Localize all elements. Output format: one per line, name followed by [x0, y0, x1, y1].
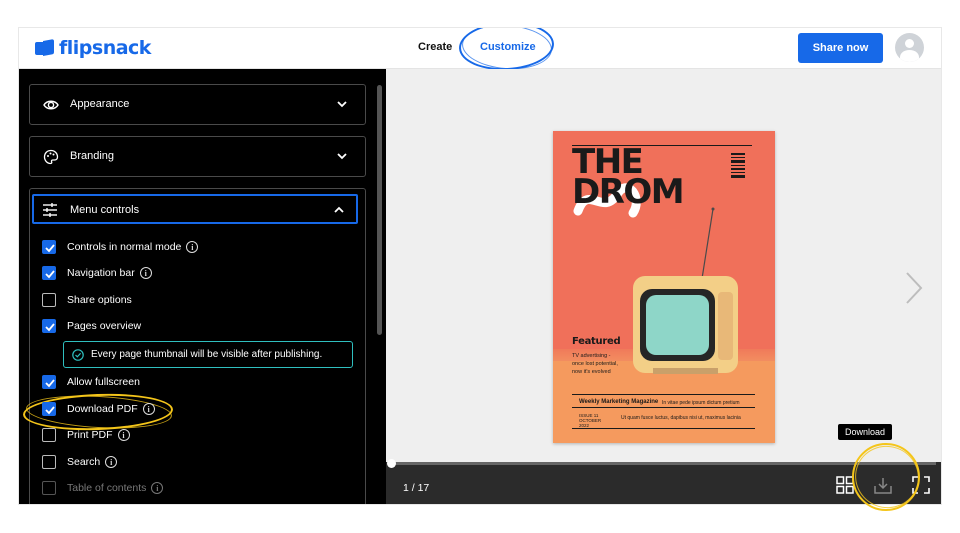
chevron-up-icon [334, 206, 344, 213]
app-window: flipsnack Create Customize Share now App… [19, 28, 941, 504]
settings-panel: Appearance Branding Menu controls Contro… [19, 69, 386, 504]
page-indicator: 1 / 17 [403, 482, 430, 494]
checkbox[interactable] [42, 375, 56, 389]
check-icon [45, 379, 55, 388]
option-label: Share options [67, 294, 132, 306]
info-icon[interactable]: i [117, 429, 130, 441]
logo-mark-icon [35, 39, 54, 56]
tv-stand [653, 368, 718, 374]
section-branding[interactable]: Branding [29, 136, 366, 177]
cover-featured-subtext: TV advertising - once lost potential, no… [572, 353, 618, 375]
checkbox[interactable] [42, 266, 56, 280]
palette-icon [43, 149, 59, 165]
option-pages-overview[interactable]: Pages overview [42, 318, 141, 334]
check-icon [45, 406, 55, 415]
share-now-button[interactable]: Share now [798, 33, 883, 63]
check-icon [45, 323, 55, 332]
option-label: Print PDF [67, 429, 113, 441]
notice-text: Every page thumbnail will be visible aft… [91, 349, 323, 360]
cover-rule [572, 428, 755, 429]
checkbox[interactable] [42, 455, 56, 469]
user-avatar[interactable] [895, 33, 924, 62]
checkbox[interactable] [42, 428, 56, 442]
info-icon[interactable]: i [151, 482, 164, 494]
chevron-down-icon [337, 153, 347, 160]
option-download-pdf[interactable]: Download PDF i [42, 401, 155, 417]
top-bar: flipsnack Create Customize Share now [19, 28, 941, 73]
check-icon [45, 270, 55, 279]
magazine-cover-page[interactable]: THE DROM Featured TV advertising - once … [553, 131, 775, 443]
cover-magazine-name: Weekly Marketing Magazine [579, 399, 659, 405]
tv-antenna [700, 207, 715, 286]
check-icon [45, 244, 55, 253]
cover-rule [572, 394, 755, 395]
download-tooltip: Download [838, 424, 893, 440]
cover-magazine-tagline: In vitae pede ipsum dictum pretium [662, 400, 740, 406]
pages-overview-notice: Every page thumbnail will be visible aft… [63, 341, 353, 368]
barcode-icon [731, 153, 745, 178]
checkbox[interactable] [42, 240, 56, 254]
checkbox[interactable] [42, 319, 56, 333]
cover-title: THE DROM [572, 145, 685, 212]
cover-issue-blurb: Ut quam fusce luctus, dapibus nisi ut, m… [621, 415, 741, 421]
info-icon[interactable]: i [142, 403, 155, 415]
option-print-pdf[interactable]: Print PDF i [42, 427, 130, 443]
info-icon[interactable]: i [186, 241, 199, 253]
cover-title-line2: DROM [572, 172, 685, 212]
logo-text: flipsnack [59, 37, 151, 59]
menu-controls-header[interactable]: Menu controls [32, 194, 358, 224]
option-table-of-contents: Table of contents i [42, 480, 164, 496]
nav-customize[interactable]: Customize [480, 41, 536, 53]
option-label: Controls in normal mode [67, 241, 182, 253]
option-share-options[interactable]: Share options [42, 292, 132, 308]
option-label: Allow fullscreen [67, 376, 140, 388]
option-label: Table of contents [67, 482, 147, 494]
avatar-head [905, 39, 914, 48]
cover-featured-heading: Featured [572, 336, 621, 347]
section-appearance[interactable]: Appearance [29, 84, 366, 125]
option-navigation-bar[interactable]: Navigation bar i [42, 265, 152, 281]
avatar-body [900, 50, 919, 62]
cover-rule [572, 407, 755, 408]
page-progress-knob[interactable] [387, 459, 396, 468]
sliders-icon [43, 203, 57, 217]
flipsnack-logo[interactable]: flipsnack [35, 36, 151, 60]
option-allow-fullscreen[interactable]: Allow fullscreen [42, 374, 140, 390]
tv-screen [646, 295, 709, 355]
panel-scrollbar[interactable] [377, 85, 382, 335]
option-label: Download PDF [67, 403, 138, 415]
next-page-arrow-icon[interactable] [904, 271, 924, 305]
retro-tv-illustration [633, 276, 738, 374]
nav-create[interactable]: Create [418, 41, 452, 53]
checkbox[interactable] [42, 293, 56, 307]
cover-issue-info: ISSUE 11 OCTOBER 2022 [579, 413, 602, 428]
info-icon[interactable]: i [105, 456, 118, 468]
option-label: Pages overview [67, 320, 142, 332]
option-controls-normal-mode[interactable]: Controls in normal mode i [42, 239, 199, 255]
checkbox [42, 481, 56, 495]
eye-icon [43, 100, 59, 110]
check-circle-icon [72, 348, 84, 361]
chevron-down-icon [337, 101, 347, 108]
section-label: Menu controls [70, 204, 140, 216]
option-search[interactable]: Search i [42, 454, 118, 470]
option-label: Search [67, 456, 101, 468]
option-label: Navigation bar [67, 267, 135, 279]
checkbox[interactable] [42, 402, 56, 416]
tv-side-panel [718, 292, 733, 360]
section-label: Appearance [70, 98, 130, 110]
section-label: Branding [70, 150, 115, 162]
info-icon[interactable]: i [139, 267, 152, 279]
